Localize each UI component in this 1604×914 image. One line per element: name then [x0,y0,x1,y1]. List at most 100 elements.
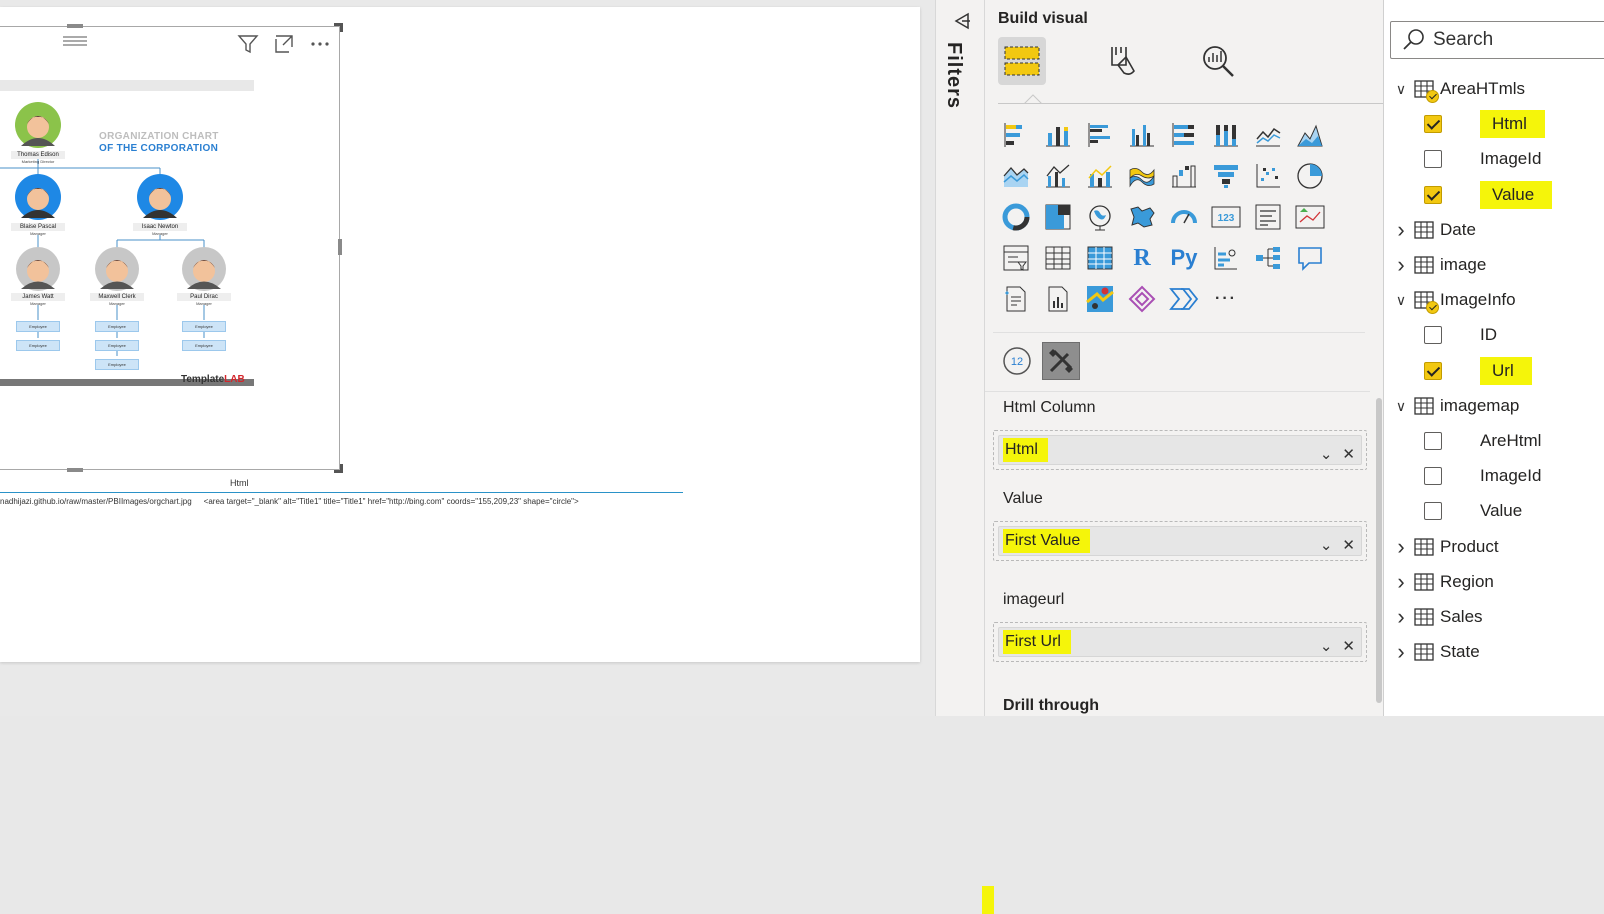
filters-label[interactable]: Filters [942,42,965,109]
line-stacked-column-icon[interactable] [1082,158,1118,194]
build-visual-tab[interactable] [998,37,1046,85]
table-node-imagemap[interactable]: ∨ imagemap [1384,389,1520,423]
chevron-down-icon[interactable]: ∨ [1392,292,1410,309]
chevron-right-icon[interactable]: › [1392,217,1410,243]
remove-field-icon[interactable]: ✕ [1342,445,1355,463]
ribbon-chart-icon[interactable] [1124,158,1160,194]
chevron-right-icon[interactable]: › [1392,569,1410,595]
python-visual-icon[interactable]: Py [1166,240,1202,276]
chevron-right-icon[interactable]: › [1392,534,1410,560]
filter-icon[interactable] [237,33,259,55]
field-item-id[interactable]: ID [1424,318,1497,352]
stacked-column-chart-icon[interactable] [1040,117,1076,153]
power-apps-icon[interactable] [1124,281,1160,317]
remove-field-icon[interactable]: ✕ [1342,637,1355,655]
well-imageurl[interactable]: First Url ⌄ ✕ [993,622,1367,662]
search-input[interactable] [1433,29,1603,51]
card-icon[interactable]: 123 [1208,199,1244,235]
table-node-state[interactable]: › State [1384,635,1479,669]
well-html-column[interactable]: Html ⌄ ✕ [982,430,1367,914]
well-value[interactable]: First Value ⌄ ✕ [993,521,1367,561]
table-node-areahtmls[interactable]: ∨ AreaHTmls [1384,72,1525,106]
slicer-icon[interactable] [998,240,1034,276]
key-influencers-icon[interactable] [1208,240,1244,276]
area-chart-icon[interactable] [1292,117,1328,153]
100-stacked-bar-chart-icon[interactable] [1166,117,1202,153]
smart-narrative-icon[interactable] [998,281,1034,317]
matrix-icon[interactable] [1082,240,1118,276]
chevron-down-icon[interactable]: ∨ [1392,81,1410,98]
html-content-visual-icon[interactable]: 12 [998,342,1036,380]
field-item-imageid[interactable]: ImageId [1424,142,1541,176]
donut-chart-icon[interactable] [998,199,1034,235]
waterfall-chart-icon[interactable] [1166,158,1202,194]
field-item-value[interactable]: Value [1424,494,1522,528]
table-node-sales[interactable]: › Sales [1384,600,1482,634]
drag-grip-icon[interactable] [63,36,87,46]
kpi-icon[interactable] [1292,199,1328,235]
chevron-down-icon[interactable]: ⌄ [1320,445,1333,463]
chevron-down-icon[interactable]: ⌄ [1320,536,1333,554]
field-item-imageid[interactable]: ImageId [1424,459,1541,493]
azure-map-icon[interactable] [1082,281,1118,317]
more-options-icon[interactable] [309,33,331,55]
checkbox-checked[interactable] [1424,362,1442,380]
table-icon[interactable] [1040,240,1076,276]
multi-row-card-icon[interactable] [1250,199,1286,235]
treemap-icon[interactable] [1040,199,1076,235]
search-box[interactable] [1390,21,1604,59]
well-pill-first-url[interactable]: First Url ⌄ ✕ [998,627,1362,657]
checkbox-checked[interactable] [1424,115,1442,133]
chevron-down-icon[interactable]: ⌄ [1320,637,1333,655]
chevron-right-icon[interactable]: › [1392,604,1410,630]
line-clustered-column-icon[interactable] [1040,158,1076,194]
table-node-imageinfo[interactable]: ∨ ImageInfo [1384,283,1516,317]
checkbox-checked[interactable] [1424,186,1442,204]
resize-corner-top-right[interactable] [334,23,343,32]
table-row[interactable]: nadhijazi.github.io/raw/master/PBIImages… [0,497,579,506]
image-map-visual-icon[interactable] [1042,342,1080,380]
drill-through-header[interactable]: Drill through [1003,697,1099,715]
org-chart-image[interactable]: ORGANIZATION CHART OF THE CORPORATION Th… [0,80,254,386]
html-image-visual[interactable]: ORGANIZATION CHART OF THE CORPORATION Th… [0,23,343,473]
field-item-value[interactable]: Value [1424,178,1553,212]
gauge-icon[interactable] [1166,199,1202,235]
resize-corner-bottom-right[interactable] [334,464,343,473]
paginated-report-icon[interactable] [1040,281,1076,317]
decomposition-tree-icon[interactable] [1250,240,1286,276]
resize-handle-right[interactable] [338,239,342,255]
table-node-product[interactable]: › Product [1384,530,1498,564]
filters-pane-collapsed[interactable]: Filters [935,0,985,716]
field-item-html[interactable]: Html [1424,107,1545,141]
map-icon[interactable] [1082,199,1118,235]
power-automate-icon[interactable] [1166,281,1202,317]
more-visuals-icon[interactable]: ··· [1208,281,1244,317]
resize-handle-bottom[interactable] [67,468,83,472]
scatter-chart-icon[interactable] [1250,158,1286,194]
stacked-area-chart-icon[interactable] [998,158,1034,194]
clustered-column-chart-icon[interactable] [1124,117,1160,153]
field-item-arehtml[interactable]: AreHtml [1424,424,1541,458]
table-node-image[interactable]: › image [1384,248,1486,282]
filter-collapse-icon[interactable] [953,12,971,30]
table-column-header[interactable]: Html [230,478,249,488]
chevron-down-icon[interactable]: ∨ [1392,398,1410,415]
checkbox[interactable] [1424,150,1442,168]
r-visual-icon[interactable]: R [1124,240,1160,276]
table-node-region[interactable]: › Region [1384,565,1494,599]
100-stacked-column-chart-icon[interactable] [1208,117,1244,153]
well-pill-first-value[interactable]: First Value ⌄ ✕ [998,526,1362,556]
wells-scrollbar[interactable] [1376,398,1382,703]
clustered-bar-chart-icon[interactable] [1082,117,1118,153]
remove-field-icon[interactable]: ✕ [1342,536,1355,554]
checkbox[interactable] [1424,326,1442,344]
analytics-tab[interactable] [1194,37,1242,85]
well-pill-html[interactable]: Html ⌄ ✕ [998,435,1362,465]
field-item-url[interactable]: Url [1424,354,1532,388]
checkbox[interactable] [1424,502,1442,520]
line-chart-icon[interactable] [1250,117,1286,153]
chevron-right-icon[interactable]: › [1392,639,1410,665]
funnel-chart-icon[interactable] [1208,158,1244,194]
resize-handle-top[interactable] [67,24,83,28]
pie-chart-icon[interactable] [1292,158,1328,194]
